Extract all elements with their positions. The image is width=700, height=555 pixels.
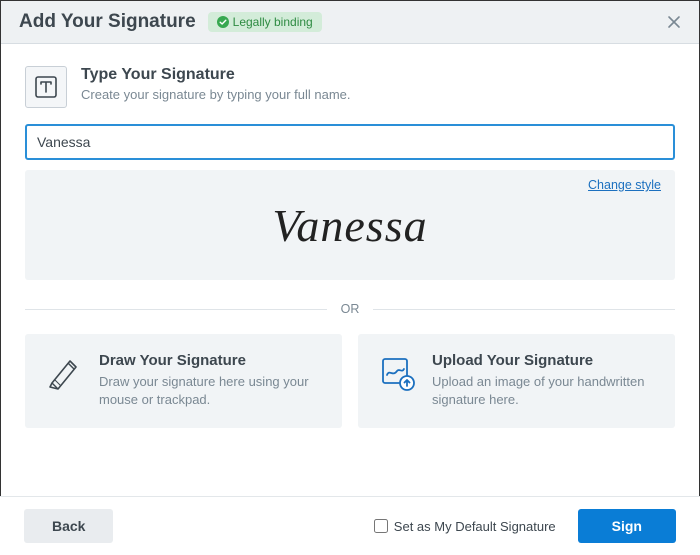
upload-signature-card[interactable]: Upload Your Signature Upload an image of… <box>358 334 675 428</box>
badge-label: Legally binding <box>233 15 313 29</box>
type-section-title: Type Your Signature <box>81 66 351 84</box>
close-icon <box>666 14 682 30</box>
draw-card-title: Draw Your Signature <box>99 352 324 369</box>
type-icon-box <box>25 66 67 108</box>
upload-signature-icon <box>376 352 418 394</box>
draw-card-subtitle: Draw your signature here using your mous… <box>99 373 324 408</box>
divider-label: OR <box>327 302 374 316</box>
close-button[interactable] <box>663 11 685 33</box>
signature-name-input[interactable] <box>25 124 675 160</box>
back-button[interactable]: Back <box>24 509 113 543</box>
divider: OR <box>25 302 675 316</box>
legally-binding-badge: Legally binding <box>208 12 322 32</box>
draw-signature-card[interactable]: Draw Your Signature Draw your signature … <box>25 334 342 428</box>
dialog-header: Add Your Signature Legally binding <box>1 1 699 44</box>
default-signature-label: Set as My Default Signature <box>394 519 556 534</box>
upload-card-subtitle: Upload an image of your handwritten sign… <box>432 373 657 408</box>
default-signature-option[interactable]: Set as My Default Signature <box>374 519 556 534</box>
upload-card-title: Upload Your Signature <box>432 352 657 369</box>
signature-preview-text: Vanessa <box>272 199 427 252</box>
type-section-header: Type Your Signature Create your signatur… <box>25 66 675 108</box>
sign-button[interactable]: Sign <box>578 509 676 543</box>
type-section-subtitle: Create your signature by typing your ful… <box>81 87 351 102</box>
pencil-icon <box>43 352 85 394</box>
signature-preview: Change style Vanessa <box>25 170 675 280</box>
default-signature-checkbox[interactable] <box>374 519 388 533</box>
change-style-link[interactable]: Change style <box>588 178 661 192</box>
dialog-footer: Back Set as My Default Signature Sign <box>0 496 700 555</box>
type-icon <box>34 75 58 99</box>
dialog-title: Add Your Signature <box>19 11 196 33</box>
dialog-content: Type Your Signature Create your signatur… <box>1 44 699 428</box>
alt-options: Draw Your Signature Draw your signature … <box>25 334 675 428</box>
check-badge-icon <box>217 16 229 28</box>
